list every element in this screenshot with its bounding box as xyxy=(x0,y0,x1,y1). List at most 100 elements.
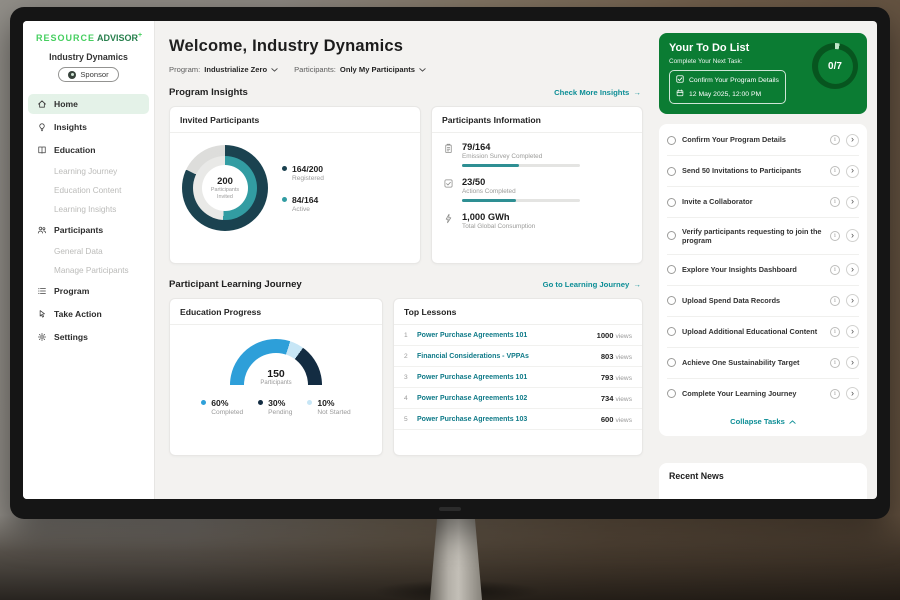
recent-news-header: Recent News xyxy=(659,463,867,499)
task-verify-participants[interactable]: Verify participants requesting to join t… xyxy=(667,218,859,255)
task-upload-spend-data[interactable]: Upload Spend Data Records i › xyxy=(667,286,859,317)
lesson-row[interactable]: 2 Financial Considerations - VPPAs 803vi… xyxy=(394,346,642,367)
pointer-icon xyxy=(37,309,47,319)
calendar-icon xyxy=(676,89,684,99)
task-checkbox[interactable] xyxy=(667,265,676,274)
info-icon[interactable]: i xyxy=(830,135,840,145)
monitor-bezel: RESOURCEADVISOR+ Industry Dynamics Spons… xyxy=(10,7,890,519)
task-invite-collaborator[interactable]: Invite a Collaborator i › xyxy=(667,187,859,218)
info-icon[interactable]: i xyxy=(830,358,840,368)
sidebar-item-label: Manage Participants xyxy=(54,266,129,275)
sidebar-item-general-data[interactable]: General Data xyxy=(23,243,154,260)
legend-label: Pending xyxy=(268,409,292,416)
chevron-right-icon[interactable]: › xyxy=(846,229,859,242)
card-title: Education Progress xyxy=(170,299,382,325)
next-task-chip[interactable]: Confirm Your Program Details 12 May 2025… xyxy=(669,70,786,104)
sidebar-item-learning-insights[interactable]: Learning Insights xyxy=(23,201,154,218)
chevron-right-icon[interactable]: › xyxy=(846,325,859,338)
donut-center-label: Participants Invited xyxy=(207,187,243,201)
lesson-title-link[interactable]: Power Purchase Agreements 103 xyxy=(417,416,601,423)
lesson-title-link[interactable]: Power Purchase Agreements 101 xyxy=(417,374,601,381)
lesson-row[interactable]: 5 Power Purchase Agreements 103 600views xyxy=(394,409,642,430)
home-icon xyxy=(37,99,47,109)
info-icon[interactable]: i xyxy=(830,327,840,337)
stat-label: Emission Survey Completed xyxy=(462,153,580,160)
sidebar-item-participants[interactable]: Participants xyxy=(23,220,154,240)
legend-item-registered: 164/200 Registered xyxy=(282,164,324,182)
sidebar-item-settings[interactable]: Settings xyxy=(23,327,154,347)
education-progress-card: Education Progress 150 Participants xyxy=(169,298,383,456)
legend-value: 10% xyxy=(317,398,350,408)
lesson-title-link[interactable]: Power Purchase Agreements 101 xyxy=(417,332,597,339)
task-complete-learning-journey[interactable]: Complete Your Learning Journey i › xyxy=(667,379,859,409)
lesson-row[interactable]: 1 Power Purchase Agreements 101 1000view… xyxy=(394,325,642,346)
progress-bar-fill xyxy=(462,164,519,167)
chevron-right-icon[interactable]: › xyxy=(846,387,859,400)
lesson-row[interactable]: 3 Power Purchase Agreements 101 793views xyxy=(394,367,642,388)
info-icon[interactable]: i xyxy=(830,265,840,275)
sidebar-item-insights[interactable]: Insights xyxy=(23,117,154,137)
progress-bar xyxy=(462,164,580,167)
todo-panel: Your To Do List Complete Your Next Task:… xyxy=(655,21,877,499)
task-checkbox[interactable] xyxy=(667,167,676,176)
insights-cards-row: Invited Participants 200 Participants In… xyxy=(169,106,643,264)
chevron-right-icon[interactable]: › xyxy=(846,263,859,276)
lesson-title-link[interactable]: Financial Considerations - VPPAs xyxy=(417,353,601,360)
info-icon[interactable]: i xyxy=(830,389,840,399)
stat-value: 79/164 xyxy=(462,142,580,152)
dashboard-screen: RESOURCEADVISOR+ Industry Dynamics Spons… xyxy=(23,21,877,499)
task-checkbox[interactable] xyxy=(667,389,676,398)
go-to-learning-journey-link[interactable]: Go to Learning Journey → xyxy=(543,280,641,289)
chevron-right-icon[interactable]: › xyxy=(846,294,859,307)
sidebar-item-education[interactable]: Education xyxy=(23,140,154,160)
task-label: Achieve One Sustainability Target xyxy=(682,358,824,367)
participants-filter-dropdown[interactable]: Participants: Only My Participants xyxy=(294,65,426,74)
chevron-right-icon[interactable]: › xyxy=(846,356,859,369)
task-send-invitations[interactable]: Send 50 Invitations to Participants i › xyxy=(667,156,859,187)
task-checkbox[interactable] xyxy=(667,296,676,305)
legend-dot xyxy=(201,400,206,405)
sidebar-item-learning-journey[interactable]: Learning Journey xyxy=(23,163,154,180)
stat-label: Actions Completed xyxy=(462,188,580,195)
task-label: Upload Additional Educational Content xyxy=(682,327,824,336)
program-filter-label: Program: xyxy=(169,65,200,74)
chevron-down-icon xyxy=(419,68,426,72)
task-checkbox[interactable] xyxy=(667,327,676,336)
lesson-rank: 4 xyxy=(404,395,413,402)
legend-value: 60% xyxy=(211,398,243,408)
sidebar-item-home[interactable]: Home xyxy=(28,94,149,114)
task-checkbox[interactable] xyxy=(667,198,676,207)
program-filter-dropdown[interactable]: Program: Industrialize Zero xyxy=(169,65,278,74)
collapse-tasks-button[interactable]: Collapse Tasks xyxy=(667,409,859,435)
info-icon[interactable]: i xyxy=(830,231,840,241)
task-checkbox[interactable] xyxy=(667,358,676,367)
sidebar-item-label: Participants xyxy=(54,225,103,235)
task-achieve-sustainability-target[interactable]: Achieve One Sustainability Target i › xyxy=(667,348,859,379)
top-lessons-card: Top Lessons 1 Power Purchase Agreements … xyxy=(393,298,643,456)
chevron-right-icon[interactable]: › xyxy=(846,196,859,209)
info-icon[interactable]: i xyxy=(830,197,840,207)
chevron-right-icon[interactable]: › xyxy=(846,165,859,178)
sidebar-item-take-action[interactable]: Take Action xyxy=(23,304,154,324)
task-checkbox[interactable] xyxy=(667,136,676,145)
sidebar-item-program[interactable]: Program xyxy=(23,281,154,301)
sidebar-item-label: Education Content xyxy=(54,186,121,195)
task-upload-educational-content[interactable]: Upload Additional Educational Content i … xyxy=(667,317,859,348)
sidebar-item-education-content[interactable]: Education Content xyxy=(23,182,154,199)
recent-news-title: Recent News xyxy=(669,471,724,481)
info-icon[interactable]: i xyxy=(830,296,840,306)
card-title: Top Lessons xyxy=(394,299,642,325)
task-explore-insights-dashboard[interactable]: Explore Your Insights Dashboard i › xyxy=(667,255,859,286)
sidebar-item-label: Home xyxy=(54,99,78,109)
info-icon[interactable]: i xyxy=(830,166,840,176)
lesson-row[interactable]: 4 Power Purchase Agreements 102 734views xyxy=(394,388,642,409)
chevron-right-icon[interactable]: › xyxy=(846,134,859,147)
participants-information-card: Participants Information 79/164 Emission… xyxy=(431,106,643,264)
sidebar-item-manage-participants[interactable]: Manage Participants xyxy=(23,262,154,279)
task-confirm-program-details[interactable]: Confirm Your Program Details i › xyxy=(667,125,859,156)
check-more-insights-link[interactable]: Check More Insights → xyxy=(554,88,641,97)
lesson-views: 734views xyxy=(601,394,632,403)
task-checkbox[interactable] xyxy=(667,231,676,240)
lesson-title-link[interactable]: Power Purchase Agreements 102 xyxy=(417,395,601,402)
invited-participants-card: Invited Participants 200 Participants In… xyxy=(169,106,421,264)
